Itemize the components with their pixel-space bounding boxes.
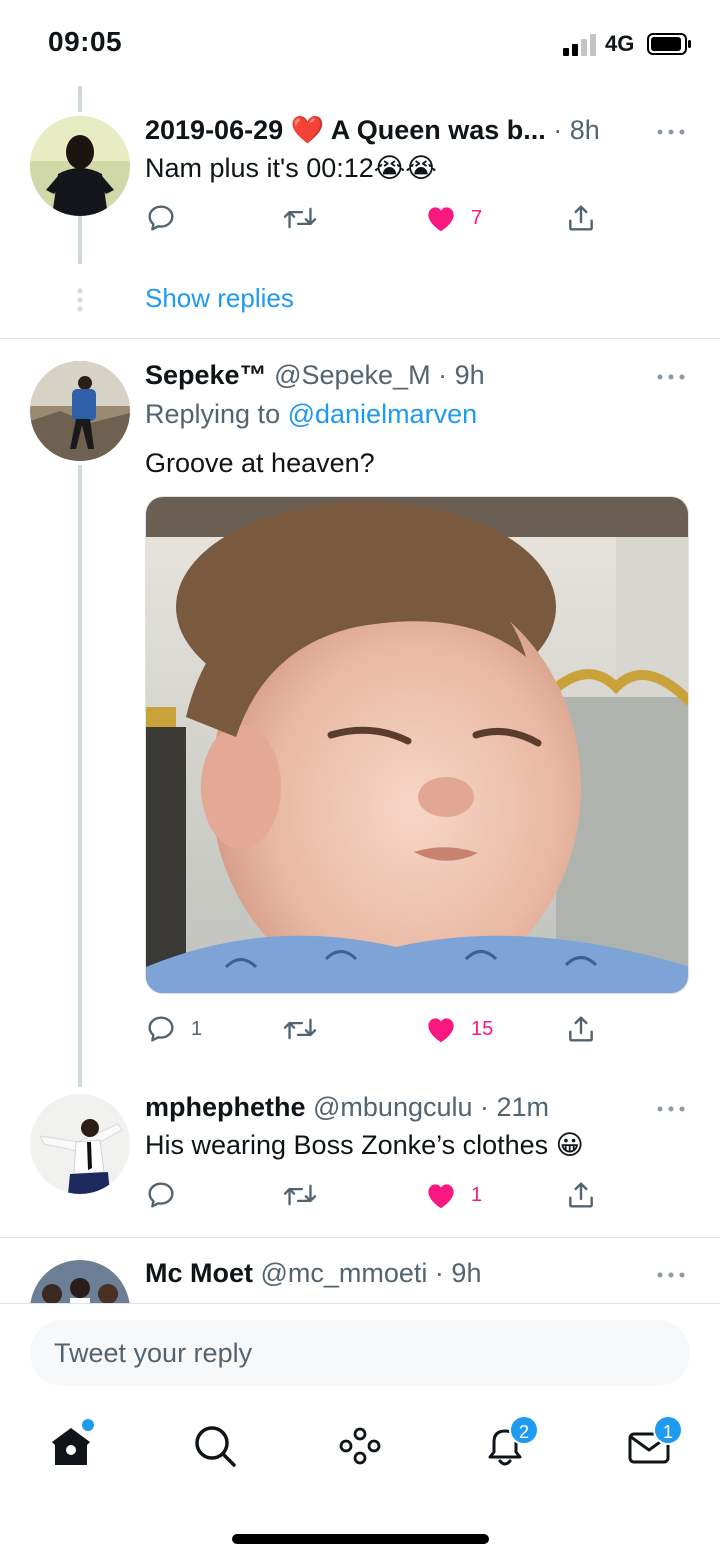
reply-button[interactable] [145, 198, 191, 238]
thread-connector-line [78, 216, 82, 264]
tweet-header: Mc Moet @mc_mmoeti · 9h [145, 1256, 481, 1290]
avatar[interactable] [30, 116, 130, 216]
tab-notifications[interactable]: 2 [480, 1415, 539, 1471]
show-replies-link[interactable]: Show replies [145, 283, 294, 314]
retweet-button[interactable] [283, 1009, 331, 1049]
tweet-text: His wearing Boss Zonke’s clothes 😀 [145, 1130, 584, 1160]
retweet-button[interactable] [283, 1175, 331, 1215]
status-bar: 09:05 4G [0, 0, 720, 90]
search-icon [195, 1426, 236, 1467]
display-name[interactable]: mphephethe [145, 1092, 306, 1122]
home-indicator-bar [232, 1534, 489, 1544]
network-type-label: 4G [605, 31, 635, 56]
share-button[interactable] [565, 1009, 597, 1049]
retweet-button[interactable] [283, 198, 331, 238]
avatar[interactable] [30, 1260, 130, 1303]
display-name[interactable]: Mc Moet [145, 1258, 253, 1288]
thread-connector-line [78, 86, 82, 112]
cellular-signal-icon [563, 34, 599, 56]
tweet-header: mphephethe @mbungculu · 21m [145, 1090, 549, 1124]
like-count: 1 [471, 1183, 483, 1206]
tweet-text: Groove at heaven? [145, 448, 375, 478]
tweet-meta: @mc_mmoeti · 9h [253, 1258, 482, 1288]
tab-spaces[interactable] [335, 1421, 385, 1471]
bottom-tab-bar: 2 1 [0, 1403, 720, 1493]
tweet[interactable]: Sepeke™ @Sepeke_M · 9h Replying to @dani… [0, 339, 720, 1087]
more-options-icon[interactable] [656, 369, 686, 380]
tweet-meta: @Sepeke_M · 9h [266, 360, 485, 390]
liked-heart-icon [428, 1184, 454, 1209]
display-name[interactable]: Sepeke™ [145, 360, 267, 390]
retweet-icon [283, 1018, 317, 1040]
like-button[interactable]: 1 [425, 1175, 482, 1215]
tab-search[interactable] [190, 1421, 240, 1471]
like-count: 7 [471, 206, 483, 229]
share-button[interactable] [565, 198, 597, 238]
tweet-actions: 1 [145, 1175, 615, 1215]
tweet-photo[interactable] [145, 496, 689, 994]
reply-composer-bar [0, 1303, 720, 1403]
reply-icon [148, 1182, 174, 1208]
share-icon [569, 205, 593, 231]
tweet-actions: 1 15 [145, 1009, 615, 1049]
liked-heart-icon [428, 1018, 454, 1043]
tweet[interactable]: Mc Moet @mc_mmoeti · 9h [0, 1238, 720, 1303]
liked-heart-icon [428, 207, 454, 232]
retweet-icon [283, 1184, 317, 1206]
tweet-header: 2019-06-29 ❤️ A Queen was b... · 8h [145, 113, 600, 147]
more-options-icon[interactable] [656, 1101, 686, 1112]
tweet-thread-screen: 09:05 4G 2019-06-29 ❤️ A Queen was b... … [0, 0, 720, 1559]
more-options-icon[interactable] [656, 124, 686, 135]
more-options-icon[interactable] [656, 1267, 686, 1278]
thread-gap-icon [76, 288, 84, 312]
like-button[interactable]: 15 [425, 1009, 493, 1049]
like-button[interactable]: 7 [425, 198, 482, 238]
reply-icon [148, 205, 174, 231]
replying-to-handle[interactable]: @danielmarven [288, 399, 478, 429]
tweet[interactable]: 2019-06-29 ❤️ A Queen was b... · 8h Nam … [0, 80, 720, 338]
battery-icon [647, 33, 693, 55]
reply-button[interactable] [145, 1175, 191, 1215]
tweet-meta: · 8h [545, 115, 600, 145]
tweet-meta: @mbungculu · 21m [305, 1092, 550, 1122]
reply-icon [148, 1016, 174, 1042]
replying-to: Replying to @danielmarven [145, 397, 477, 431]
avatar[interactable] [30, 361, 130, 461]
thread-connector-line [78, 465, 82, 1087]
tweet-header: Sepeke™ @Sepeke_M · 9h [145, 358, 485, 392]
share-button[interactable] [565, 1175, 597, 1215]
like-count: 15 [471, 1017, 494, 1040]
display-name[interactable]: 2019-06-29 ❤️ A Queen was b... [145, 115, 546, 145]
share-icon [569, 1016, 593, 1042]
tab-home[interactable] [46, 1419, 96, 1471]
status-time: 09:05 [48, 26, 123, 57]
spaces-icon [339, 1427, 381, 1465]
tweet-actions: 7 [145, 198, 615, 238]
share-icon [569, 1182, 593, 1208]
tab-messages[interactable]: 1 [625, 1415, 683, 1471]
notifications-badge: 2 [509, 1415, 539, 1445]
reply-feed[interactable]: 2019-06-29 ❤️ A Queen was b... · 8h Nam … [0, 80, 720, 1303]
messages-badge: 1 [653, 1415, 683, 1445]
avatar[interactable] [30, 1094, 130, 1194]
retweet-icon [283, 207, 317, 229]
reply-count: 1 [191, 1017, 203, 1040]
reply-button[interactable]: 1 [145, 1009, 202, 1049]
tweet-text: Nam plus it's 00:12😭😭 [145, 153, 437, 183]
replying-to-prefix: Replying to [145, 399, 288, 429]
home-unread-dot [82, 1419, 94, 1431]
tweet-reply-input[interactable] [30, 1320, 690, 1386]
